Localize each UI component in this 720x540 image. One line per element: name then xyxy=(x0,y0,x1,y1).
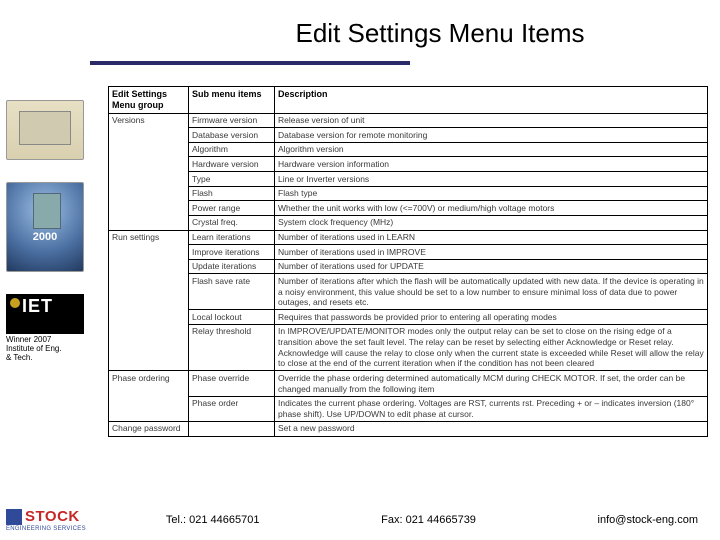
col-sub: Sub menu items xyxy=(189,87,275,114)
cell-desc: Set a new password xyxy=(275,421,708,436)
cell-sub: Improve iterations xyxy=(189,245,275,260)
table-row: TypeLine or Inverter versions xyxy=(109,172,708,187)
contact-fax: Fax: 021 44665739 xyxy=(381,514,476,526)
table-row: Database versionDatabase version for rem… xyxy=(109,128,708,143)
table-row: Change password Set a new password xyxy=(109,421,708,436)
contact-email: info@stock-eng.com xyxy=(598,514,698,526)
cell-sub: Type xyxy=(189,172,275,187)
cell-sub: Update iterations xyxy=(189,259,275,274)
settings-table: Edit Settings Menu group Sub menu items … xyxy=(108,86,708,437)
col-group: Edit Settings Menu group xyxy=(109,87,189,114)
cell-sub: Flash xyxy=(189,186,275,201)
table-row: Relay thresholdIn IMPROVE/UPDATE/MONITOR… xyxy=(109,324,708,371)
cell-desc: Number of iterations used in IMPROVE xyxy=(275,245,708,260)
cell-desc: Line or Inverter versions xyxy=(275,172,708,187)
cell-desc: Hardware version information xyxy=(275,157,708,172)
table-row: VersionsFirmware versionRelease version … xyxy=(109,113,708,128)
cell-sub: Algorithm xyxy=(189,142,275,157)
table-row: Phase orderIndicates the current phase o… xyxy=(109,396,708,421)
table-row: Phase orderingPhase overrideOverride the… xyxy=(109,371,708,396)
cell-desc: Override the phase ordering determined a… xyxy=(275,371,708,396)
cell-sub xyxy=(189,421,275,436)
cell-desc: Number of iterations after which the fla… xyxy=(275,274,708,310)
table-row: Flash save rateNumber of iterations afte… xyxy=(109,274,708,310)
table-row: Local lockoutRequires that passwords be … xyxy=(109,310,708,325)
table-row: Run settingsLearn iterationsNumber of it… xyxy=(109,230,708,245)
cell-sub: Local lockout xyxy=(189,310,275,325)
cell-desc: In IMPROVE/UPDATE/MONITOR modes only the… xyxy=(275,324,708,371)
cell-desc: Number of iterations used in LEARN xyxy=(275,230,708,245)
brand-subtitle: ENGINEERING SERVICES xyxy=(6,526,86,532)
cell-desc: Flash type xyxy=(275,186,708,201)
cell-desc: Release version of unit xyxy=(275,113,708,128)
cell-desc: Algorithm version xyxy=(275,142,708,157)
iet-logo: IET xyxy=(6,294,84,334)
main-table-wrap: Edit Settings Menu group Sub menu items … xyxy=(108,86,708,437)
iet-dot-icon xyxy=(10,298,20,308)
cell-desc: Database version for remote monitoring xyxy=(275,128,708,143)
table-row: Improve iterationsNumber of iterations u… xyxy=(109,245,708,260)
contact-row: Tel.: 021 44665701 Fax: 021 44665739 inf… xyxy=(146,514,698,526)
title-rule xyxy=(90,61,410,65)
cell-group: Run settings xyxy=(109,230,189,371)
table-row: Update iterationsNumber of iterations us… xyxy=(109,259,708,274)
cell-desc: Whether the unit works with low (<=700V)… xyxy=(275,201,708,216)
cell-sub: Learn iterations xyxy=(189,230,275,245)
brand-mark-icon xyxy=(6,509,22,525)
cell-sub: Crystal freq. xyxy=(189,215,275,230)
cell-sub: Hardware version xyxy=(189,157,275,172)
award-image xyxy=(6,182,84,272)
cell-group: Versions xyxy=(109,113,189,230)
cell-sub: Power range xyxy=(189,201,275,216)
cell-desc: Requires that passwords be provided prio… xyxy=(275,310,708,325)
iet-caption: Winner 2007 Institute of Eng. & Tech. xyxy=(6,336,86,362)
cell-sub: Phase order xyxy=(189,396,275,421)
cell-sub: Database version xyxy=(189,128,275,143)
cell-sub: Relay threshold xyxy=(189,324,275,371)
brand-name: STOCK xyxy=(25,508,80,525)
device-image xyxy=(6,100,84,160)
cell-desc: Number of iterations used for UPDATE xyxy=(275,259,708,274)
cell-group: Change password xyxy=(109,421,189,436)
cell-sub: Firmware version xyxy=(189,113,275,128)
table-row: AlgorithmAlgorithm version xyxy=(109,142,708,157)
cell-desc: Indicates the current phase ordering. Vo… xyxy=(275,396,708,421)
table-row: Power rangeWhether the unit works with l… xyxy=(109,201,708,216)
sidebar: IET Winner 2007 Institute of Eng. & Tech… xyxy=(6,100,86,362)
cell-sub: Phase override xyxy=(189,371,275,396)
brand-logo: STOCK ENGINEERING SERVICES xyxy=(6,508,86,532)
table-row: Hardware versionHardware version informa… xyxy=(109,157,708,172)
caption-line: & Tech. xyxy=(6,354,86,363)
cell-sub: Flash save rate xyxy=(189,274,275,310)
table-header-row: Edit Settings Menu group Sub menu items … xyxy=(109,87,708,114)
page-title: Edit Settings Menu Items xyxy=(0,0,720,55)
footer: STOCK ENGINEERING SERVICES Tel.: 021 446… xyxy=(0,508,720,532)
col-desc: Description xyxy=(275,87,708,114)
cell-desc: System clock frequency (MHz) xyxy=(275,215,708,230)
table-row: FlashFlash type xyxy=(109,186,708,201)
table-row: Crystal freq.System clock frequency (MHz… xyxy=(109,215,708,230)
contact-tel: Tel.: 021 44665701 xyxy=(166,514,260,526)
iet-text: IET xyxy=(22,296,53,317)
cell-group: Phase ordering xyxy=(109,371,189,422)
